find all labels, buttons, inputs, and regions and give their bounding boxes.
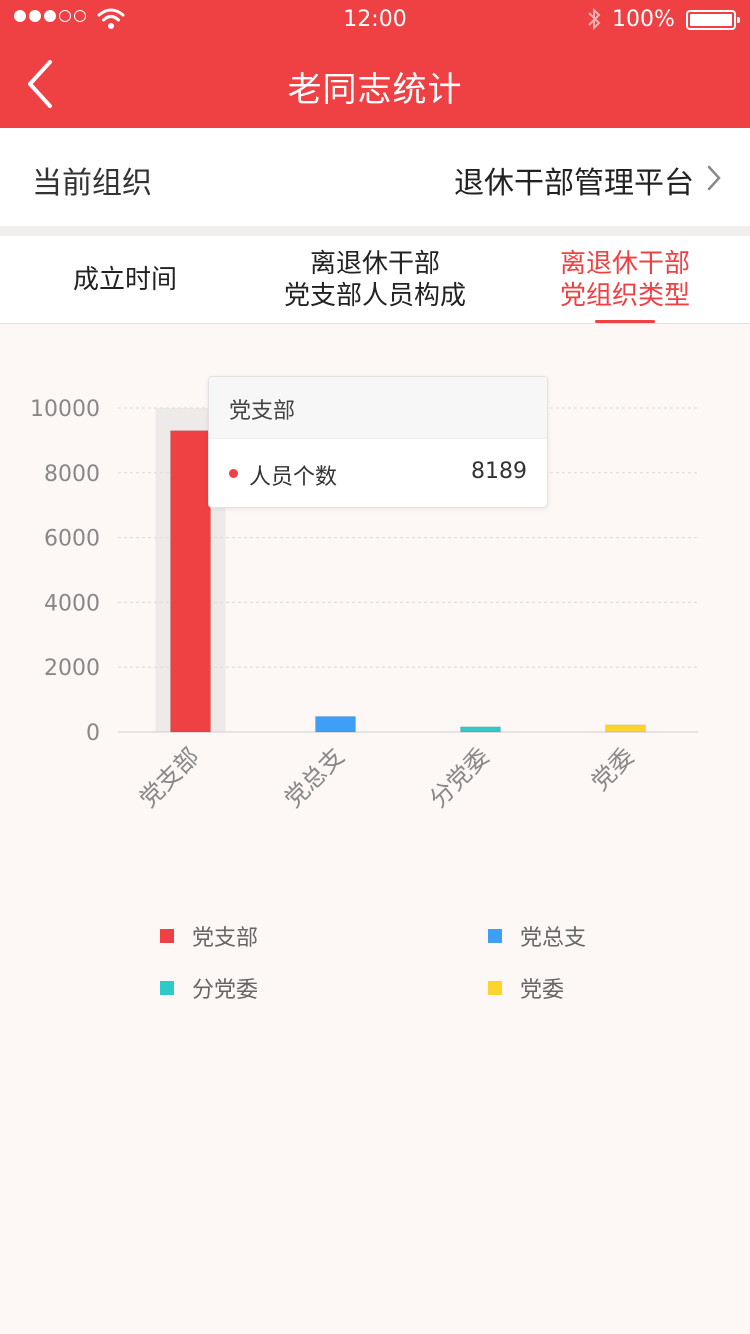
- tab-founding-time[interactable]: 成立时间: [0, 236, 250, 324]
- legend-item[interactable]: 党委: [488, 972, 564, 1004]
- battery-percent: 100%: [612, 7, 675, 32]
- status-bar: 12:00 100%: [0, 0, 750, 40]
- bluetooth-icon: [588, 7, 601, 31]
- chart-tooltip: 党支部 人员个数 8189: [208, 376, 548, 508]
- current-org-label: 当前组织: [32, 166, 152, 201]
- chart-area: 0 2000 4000 6000 8000 10000 党支部 党总支 分党委 党委 党支部 人员…: [0, 324, 750, 1334]
- x-tick-label: 党委: [586, 742, 640, 796]
- legend-item[interactable]: 分党委: [160, 972, 258, 1004]
- tooltip-label: 人员个数: [249, 465, 338, 490]
- tab-bar: 成立时间 离退休干部 党支部人员构成 离退休干部 党组织类型: [0, 236, 750, 324]
- y-tick-label: 8000: [44, 462, 100, 487]
- section-divider: [0, 226, 750, 236]
- bar-3[interactable]: [605, 724, 646, 733]
- tooltip-title: 党支部: [209, 377, 547, 439]
- battery-icon: [686, 10, 740, 30]
- y-tick-label: 6000: [44, 527, 100, 552]
- legend-label: 党总支: [520, 926, 587, 951]
- x-tick-label: 党总支: [279, 742, 350, 813]
- tooltip-series-dot: [229, 469, 238, 478]
- legend-label: 党委: [520, 978, 565, 1003]
- current-org-value: 退休干部管理平台: [454, 166, 694, 201]
- legend-swatch: [488, 981, 502, 995]
- legend-label: 分党委: [192, 978, 259, 1003]
- tab-label-line2: 党支部人员构成: [283, 281, 466, 311]
- tab-label: 成立时间: [72, 265, 177, 295]
- x-tick-label: 党支部: [134, 742, 205, 813]
- legend-item[interactable]: 党支部: [160, 920, 258, 952]
- page-title: 老同志统计: [287, 70, 463, 110]
- legend-swatch: [160, 929, 174, 943]
- chevron-right-icon: [707, 165, 721, 191]
- legend-swatch: [488, 929, 502, 943]
- legend-item[interactable]: 党总支: [488, 920, 586, 952]
- tab-label-line2: 党组织类型: [559, 281, 690, 311]
- tab-branch-composition[interactable]: 离退休干部 党支部人员构成: [250, 236, 500, 324]
- y-tick-label: 10000: [30, 397, 100, 422]
- active-tab-indicator: [595, 320, 655, 323]
- tab-org-type[interactable]: 离退休干部 党组织类型: [500, 236, 750, 324]
- tooltip-row: 人员个数 8189: [209, 439, 547, 509]
- bar-0[interactable]: [170, 430, 211, 733]
- y-tick-label: 4000: [44, 591, 100, 616]
- legend-swatch: [160, 981, 174, 995]
- y-tick-label: 0: [86, 721, 100, 746]
- current-org-row[interactable]: 当前组织 退休干部管理平台: [0, 128, 750, 226]
- bar-2[interactable]: [460, 726, 501, 733]
- tab-label-line1: 离退休干部: [309, 249, 440, 279]
- bar-1[interactable]: [315, 716, 356, 733]
- legend-label: 党支部: [192, 926, 259, 951]
- y-tick-label: 2000: [44, 656, 100, 681]
- tooltip-value: 8189: [471, 459, 527, 484]
- x-tick-label: 分党委: [424, 742, 495, 813]
- nav-bar: 老同志统计: [0, 40, 750, 128]
- tab-label-line1: 离退休干部: [559, 249, 690, 279]
